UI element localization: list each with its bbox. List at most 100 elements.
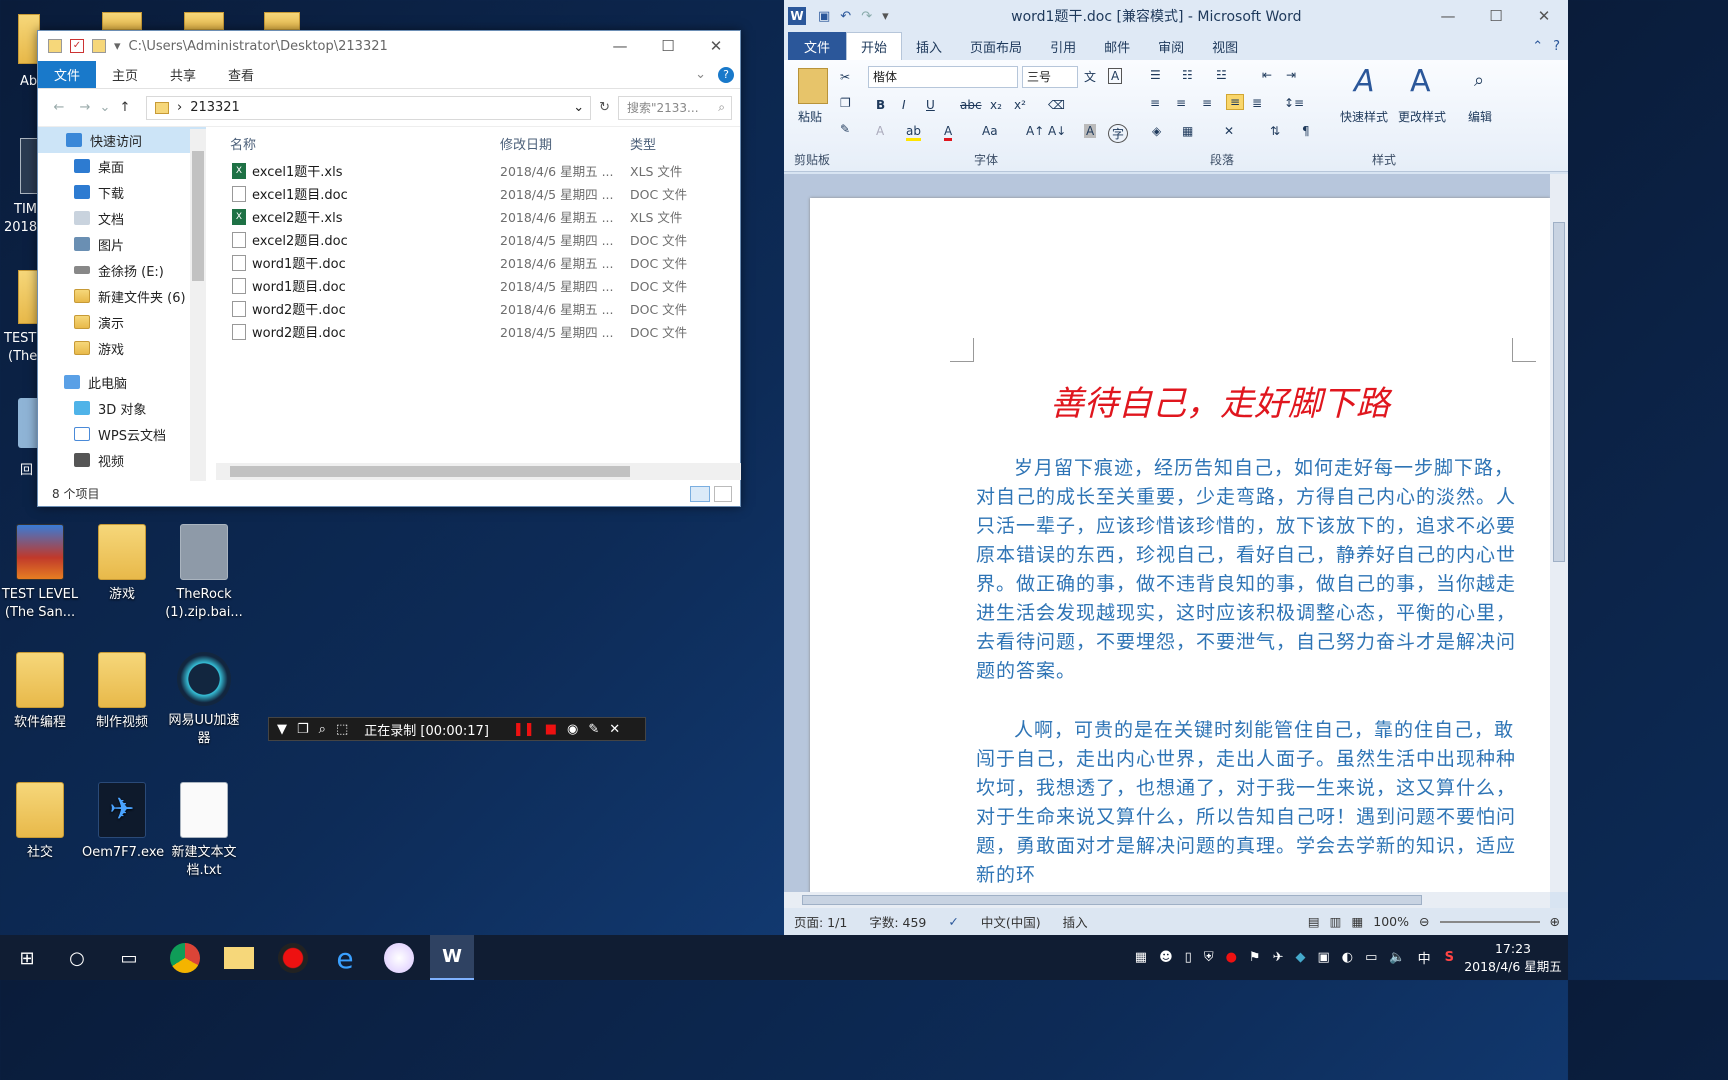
desktop-icon-therock[interactable]: TheRock (1).zip.bai...: [164, 524, 244, 622]
cut-icon[interactable]: ✂: [840, 70, 850, 84]
bold-icon[interactable]: B: [876, 98, 885, 112]
document-hscrollbar[interactable]: [784, 892, 1550, 908]
scroll-thumb[interactable]: [1553, 222, 1565, 562]
chinese-layout-icon[interactable]: ✕: [1224, 124, 1234, 138]
folder-icon[interactable]: [92, 39, 106, 53]
superscript-icon[interactable]: x²: [1014, 98, 1026, 112]
proofing-icon[interactable]: ✓: [948, 914, 958, 929]
nav-item-quick-access[interactable]: 快速访问: [38, 127, 206, 153]
clear-format-icon[interactable]: ⌫: [1048, 98, 1065, 112]
nav-item-desktop[interactable]: 桌面: [38, 153, 206, 179]
nav-scrollbar[interactable]: [190, 129, 206, 481]
sogou-ime-icon[interactable]: S: [1445, 950, 1454, 965]
desktop-icon-uu-accelerator[interactable]: 网易UU加速器: [164, 652, 244, 748]
ie-icon[interactable]: e: [330, 942, 360, 975]
recent-dropdown-icon[interactable]: ⌄: [98, 100, 112, 115]
word-window[interactable]: W ▣ ↶ ↷ ▾ word1题干.doc [兼容模式] - Microsoft…: [784, 0, 1568, 935]
justify-icon[interactable]: ≡: [1226, 94, 1245, 110]
back-arrow-icon[interactable]: ←: [46, 100, 72, 115]
close-button[interactable]: ✕: [692, 37, 740, 55]
tab-insert[interactable]: 插入: [902, 32, 956, 60]
tab-file[interactable]: 文件: [788, 32, 847, 60]
copy-icon[interactable]: ❐: [840, 96, 851, 110]
tray-icon[interactable]: ⚑: [1249, 950, 1261, 965]
zoom-icon[interactable]: ⌕: [319, 722, 326, 737]
word-taskbar-icon[interactable]: W: [430, 935, 474, 980]
align-left-icon[interactable]: ≡: [1150, 96, 1160, 110]
tray-icon[interactable]: ✈: [1273, 950, 1284, 965]
zoom-out-icon[interactable]: ⊖: [1419, 914, 1429, 929]
quick-styles-icon[interactable]: A: [1354, 64, 1375, 99]
italic-icon[interactable]: I: [902, 98, 906, 112]
text-effects-icon[interactable]: A: [876, 124, 884, 138]
borders-icon[interactable]: ▦: [1182, 124, 1193, 138]
region-icon[interactable]: ⬚: [336, 722, 348, 737]
ime-indicator[interactable]: 中: [1418, 948, 1431, 967]
tab-view[interactable]: 查看: [212, 61, 270, 88]
column-date[interactable]: 修改日期: [500, 134, 630, 153]
nav-item-drive-e[interactable]: 金徐扬 (E:): [38, 257, 206, 283]
document-page[interactable]: 善待自己，走好脚下路 岁月留下痕迹，经历告知自己，如何走好每一步脚下路，对自己的…: [810, 198, 1550, 892]
nav-item-videos[interactable]: 视频: [38, 447, 206, 473]
media-app-icon[interactable]: [384, 943, 414, 973]
minimize-button[interactable]: —: [1424, 7, 1472, 25]
forward-arrow-icon[interactable]: →: [72, 100, 98, 115]
nav-item-3d-objects[interactable]: 3D 对象: [38, 395, 206, 421]
close-button[interactable]: ✕: [1520, 7, 1568, 25]
insert-mode[interactable]: 插入: [1063, 912, 1088, 931]
paste-button[interactable]: 粘贴: [798, 108, 822, 125]
redo-icon[interactable]: ↷: [861, 9, 872, 24]
desktop-icon-social[interactable]: 社交: [0, 782, 80, 862]
word-titlebar[interactable]: W ▣ ↶ ↷ ▾ word1题干.doc [兼容模式] - Microsoft…: [784, 0, 1568, 32]
nav-item-downloads[interactable]: 下载: [38, 179, 206, 205]
scroll-thumb[interactable]: [802, 895, 1422, 905]
document-area[interactable]: 善待自己，走好脚下路 岁月留下痕迹，经历告知自己，如何走好每一步脚下路，对自己的…: [784, 174, 1568, 892]
save-icon[interactable]: ▣: [818, 9, 830, 24]
highlight-icon[interactable]: ab: [906, 124, 921, 141]
document-vscrollbar[interactable]: [1550, 174, 1568, 892]
char-shading-icon[interactable]: A: [1084, 124, 1097, 138]
edit-button[interactable]: 编辑: [1468, 108, 1492, 125]
change-styles-button[interactable]: 更改样式: [1398, 108, 1446, 125]
underline-icon[interactable]: U: [926, 98, 935, 112]
folder-icon[interactable]: [102, 12, 142, 30]
refresh-icon[interactable]: ↻: [599, 100, 610, 115]
zoom-level[interactable]: 100%: [1373, 914, 1409, 929]
file-row[interactable]: Xexcel1题干.xls 2018/4/6 星期五 ... XLS 文件: [216, 159, 741, 182]
align-right-icon[interactable]: ≡: [1202, 96, 1212, 110]
task-view-icon[interactable]: ▭: [114, 943, 144, 973]
bullets-icon[interactable]: ☰: [1150, 68, 1161, 82]
file-row[interactable]: excel1题目.doc 2018/4/5 星期四 ... DOC 文件: [216, 182, 741, 205]
shading-icon[interactable]: ◈: [1152, 124, 1161, 138]
pause-icon[interactable]: ❚❚: [513, 722, 535, 737]
numbering-icon[interactable]: ☷: [1182, 68, 1193, 82]
desktop-icon-test-level[interactable]: TEST LEVEL (The San...: [0, 524, 80, 622]
up-arrow-icon[interactable]: ↑: [112, 100, 138, 115]
web-layout-icon[interactable]: ▦: [1351, 914, 1363, 929]
chrome-icon[interactable]: [170, 943, 200, 973]
strikethrough-icon[interactable]: abc: [960, 98, 982, 112]
align-center-icon[interactable]: ≡: [1176, 96, 1186, 110]
enclose-char-icon[interactable]: 字: [1108, 124, 1129, 143]
details-view-icon[interactable]: [690, 486, 710, 502]
tab-share[interactable]: 共享: [154, 61, 212, 88]
format-painter-icon[interactable]: ✎: [840, 122, 850, 136]
desktop-icon-oem-exe[interactable]: ✈ Oem7F7.exe: [82, 782, 164, 862]
column-name[interactable]: 名称: [216, 134, 500, 153]
shrink-font-icon[interactable]: A↓: [1048, 124, 1066, 138]
desktop-icon-games[interactable]: 游戏: [82, 524, 162, 604]
file-explorer-icon[interactable]: [224, 947, 254, 969]
change-case-icon[interactable]: Aa: [982, 124, 998, 138]
desktop-icon-text-file[interactable]: 新建文本文档.txt: [164, 782, 244, 880]
scroll-thumb[interactable]: [230, 466, 630, 477]
nav-item-demo[interactable]: 演示: [38, 309, 206, 335]
tab-references[interactable]: 引用: [1036, 32, 1090, 60]
clock[interactable]: 17:23 2018/4/6 星期五: [1458, 940, 1568, 976]
nav-item-pictures[interactable]: 图片: [38, 231, 206, 257]
file-explorer-window[interactable]: ✓ ▾ C:\Users\Administrator\Desktop\21332…: [37, 30, 741, 507]
font-size-select[interactable]: 三号: [1022, 66, 1078, 88]
search-input[interactable]: 搜索"2133... ⌕: [618, 95, 732, 120]
column-type[interactable]: 类型: [630, 134, 656, 153]
zoom-in-icon[interactable]: ⊕: [1550, 914, 1560, 929]
file-row[interactable]: word2题目.doc 2018/4/5 星期四 ... DOC 文件: [216, 320, 741, 343]
